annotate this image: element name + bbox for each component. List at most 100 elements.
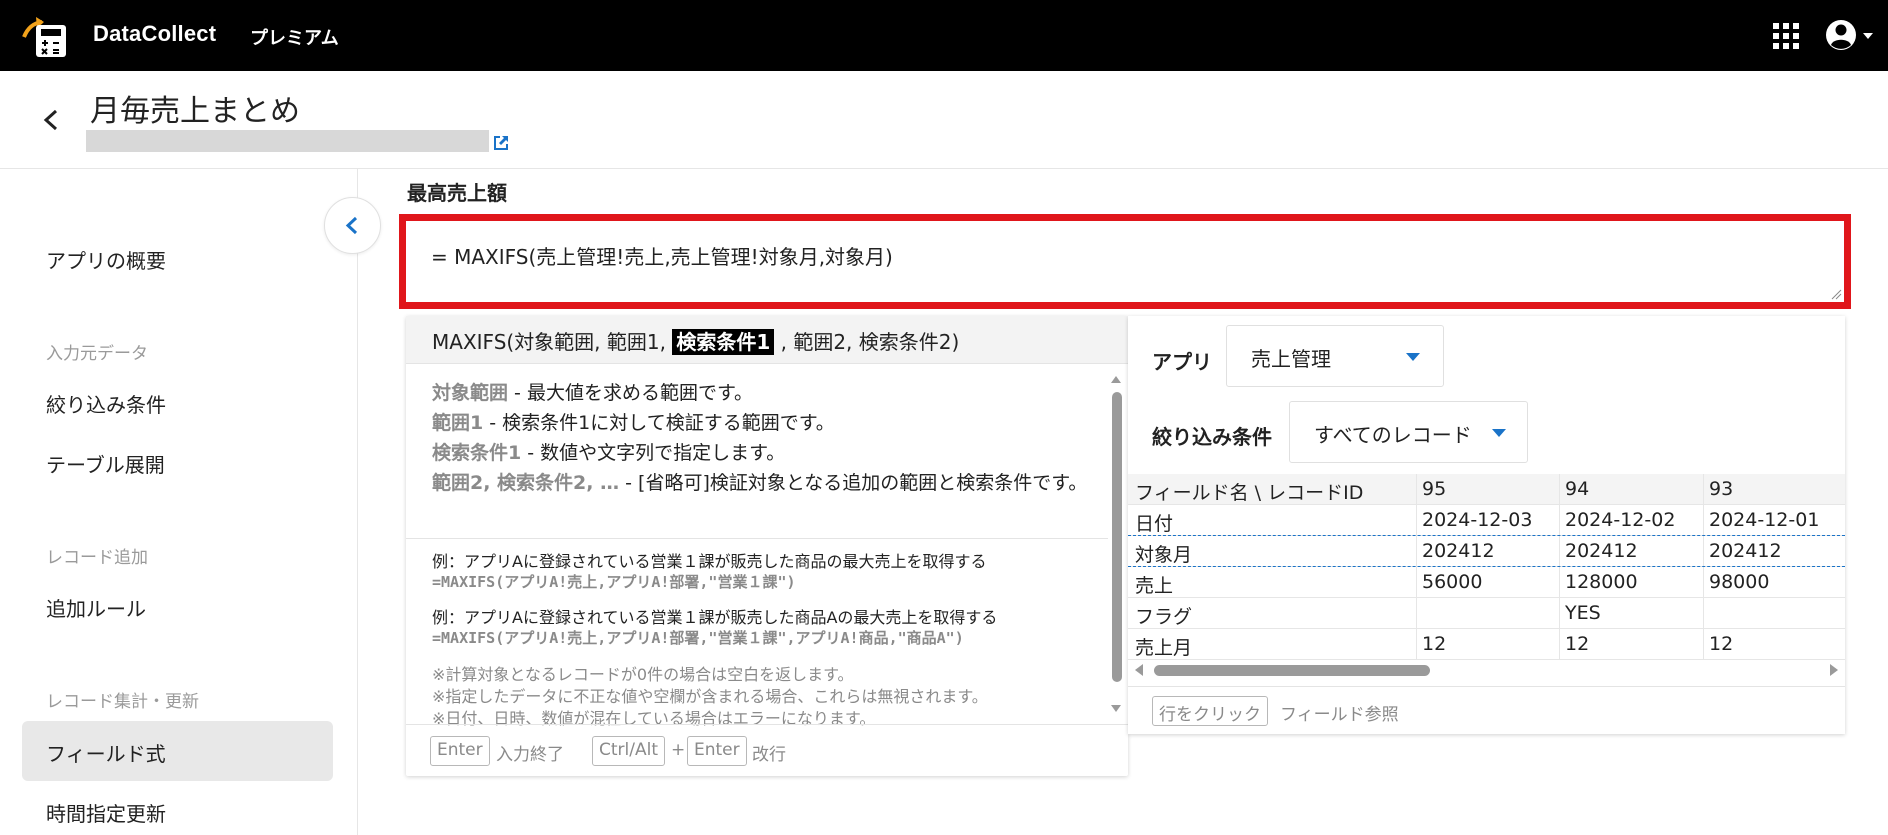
sidebar-item-table-expand[interactable]: テーブル展開 (46, 449, 165, 478)
table-cell: 202412 (1422, 540, 1495, 562)
key-enter: Enter (687, 736, 747, 766)
example-text: 例：アプリAに登録されている営業１課が販売した商品Aの最大売上を取得する (432, 608, 998, 627)
table-cell: 対象月 (1135, 544, 1193, 566)
selection-outline (1128, 535, 1845, 536)
caret-down-icon (1492, 429, 1506, 437)
plus-sign: + (671, 740, 686, 760)
caret-down-icon (1406, 353, 1420, 361)
note-line: ※指定したデータに不正な値や空欄が含まれる場合、これらは無視されます。 (432, 687, 988, 706)
table-cell: 売上月 (1135, 637, 1193, 659)
chevron-left-icon (345, 216, 358, 235)
table-cell: 売上 (1135, 575, 1174, 597)
key-ctrl-alt: Ctrl/Alt (592, 736, 665, 766)
note-line: ※計算対象となるレコードが0件の場合は空白を返します。 (432, 665, 854, 684)
notes: ※計算対象となるレコードが0件の場合は空白を返します。 ※指定したデータに不正な… (432, 664, 1092, 730)
arg-key: 範囲1 (432, 412, 484, 434)
table-cell: フラグ (1135, 606, 1193, 628)
click-row-hint: 行をクリック (1152, 696, 1268, 726)
table-cell: 2024-12-02 (1565, 509, 1676, 531)
table-cell: 202412 (1565, 540, 1638, 562)
table-cell: 202412 (1709, 540, 1782, 562)
table-cell: 日付 (1135, 513, 1174, 535)
table-row[interactable]: 日付 2024-12-03 2024-12-02 2024-12-01 (1128, 505, 1845, 536)
redacted-subtitle (86, 130, 489, 152)
sidebar-item-field-formula[interactable]: フィールド式 (46, 738, 166, 767)
formula-input[interactable]: = MAXIFS(売上管理!売上,売上管理!対象月,対象月) (399, 214, 1851, 309)
signature-highlight: 検索条件1 (672, 329, 775, 355)
field-label: 最高売上額 (407, 181, 507, 205)
help-footer: Enter 入力終了 Ctrl/Alt + Enter 改行 (406, 724, 1128, 776)
app-label: アプリ (1152, 350, 1212, 374)
grid-horizontal-scrollbar[interactable] (1128, 662, 1845, 678)
resize-handle-icon[interactable] (1830, 288, 1842, 300)
sidebar-section-input: 入力元データ (46, 344, 148, 364)
table-cell: 2024-12-01 (1709, 509, 1820, 531)
function-help-panel: MAXIFS(対象範囲, 範囲1, 検索条件1 , 範囲2, 検索条件2) 対象… (406, 316, 1128, 776)
page-title: 月毎売上まとめ (90, 94, 300, 129)
signature-prefix: MAXIFS(対象範囲, 範囲1, (432, 330, 673, 354)
filter-select[interactable]: すべてのレコード (1289, 401, 1528, 463)
scroll-up-icon[interactable] (1109, 372, 1123, 386)
sidebar-section-record-add: レコード追加 (46, 548, 148, 568)
datacollect-logo-icon (22, 17, 66, 57)
user-account-icon[interactable] (1825, 18, 1873, 52)
formula-text: = MAXIFS(売上管理!売上,売上管理!対象月,対象月) (431, 245, 893, 269)
example-2: 例：アプリAに登録されている営業１課が販売した商品Aの最大売上を取得する =MA… (432, 608, 1092, 648)
brand-name: DataCollect (93, 21, 217, 46)
key-enter: Enter (430, 736, 490, 766)
table-row[interactable]: フラグ YES (1128, 598, 1845, 629)
table-row[interactable]: フィールド名 \ レコードID 95 94 93 (1128, 474, 1845, 505)
apps-grid-icon[interactable] (1772, 22, 1800, 50)
table-cell: 2024-12-03 (1422, 509, 1533, 531)
sidebar-item-timed-update[interactable]: 時間指定更新 (46, 798, 166, 827)
table-cell: 95 (1422, 478, 1447, 500)
function-signature: MAXIFS(対象範囲, 範囲1, 検索条件1 , 範囲2, 検索条件2) (406, 316, 1128, 364)
sidebar-item-add-rule[interactable]: 追加ルール (46, 593, 146, 622)
signature-suffix: , 範囲2, 検索条件2) (774, 330, 960, 354)
example-code: =MAXIFS(アプリA!売上,アプリA!部署,"営業１課") (432, 573, 796, 591)
scroll-left-icon[interactable] (1132, 662, 1146, 678)
table-row[interactable]: 売上 56000 128000 98000 (1128, 567, 1845, 598)
table-cell: フィールド名 \ レコードID (1135, 482, 1364, 504)
table-row[interactable]: 売上月 12 12 12 (1128, 629, 1845, 660)
field-reference-hint: フィールド参照 (1280, 705, 1399, 725)
example-1: 例：アプリAに登録されている営業１課が販売した商品の最大売上を取得する =MAX… (432, 552, 1092, 592)
sidebar-section-aggregate: レコード集計・更新 (46, 692, 199, 712)
finish-input-label: 入力終了 (496, 745, 564, 765)
scrollbar-thumb[interactable] (1112, 392, 1122, 682)
divider (406, 538, 1108, 539)
table-cell: YES (1565, 602, 1601, 624)
scroll-down-icon[interactable] (1109, 702, 1123, 716)
filter-label: 絞り込み条件 (1152, 425, 1272, 449)
arg-desc: - 数値や文字列で指定します。 (521, 442, 786, 464)
back-arrow-icon[interactable] (38, 103, 64, 137)
sidebar-item-filter[interactable]: 絞り込み条件 (46, 389, 166, 418)
example-text: 例：アプリAに登録されている営業１課が販売した商品の最大売上を取得する (432, 552, 987, 571)
external-link-icon[interactable] (491, 133, 511, 153)
app-select[interactable]: 売上管理 (1226, 325, 1444, 387)
scrollbar-thumb[interactable] (1154, 665, 1430, 676)
argument-description: 対象範囲 - 最大値を求める範囲です。 範囲1 - 検索条件1に対して検証する範… (432, 378, 1092, 498)
scroll-right-icon[interactable] (1827, 662, 1841, 678)
app-select-value: 売上管理 (1251, 347, 1331, 371)
arg-key: 対象範囲 (432, 382, 509, 404)
top-bar: DataCollect プレミアム (0, 0, 1888, 71)
table-cell: 12 (1422, 633, 1447, 655)
field-reference-panel: アプリ 売上管理 絞り込み条件 すべてのレコード フィールド名 \ レコードID… (1128, 316, 1845, 734)
selection-outline (1128, 566, 1845, 567)
help-scrollbar[interactable] (1109, 368, 1123, 720)
table-cell: 128000 (1565, 571, 1638, 593)
table-row[interactable]: 対象月 202412 202412 202412 (1128, 536, 1845, 567)
example-code: =MAXIFS(アプリA!売上,アプリA!部署,"営業１課",アプリA!商品,"… (432, 629, 964, 647)
table-cell: 56000 (1422, 571, 1483, 593)
arg-desc: - [省略可]検証対象となる追加の範囲と検索条件です。 (619, 472, 1088, 494)
arg-desc: - 検索条件1に対して検証する範囲です。 (483, 412, 835, 434)
arg-desc: - 最大値を求める範囲です。 (508, 382, 754, 404)
table-cell: 93 (1709, 478, 1734, 500)
sidebar-item-overview[interactable]: アプリの概要 (46, 245, 166, 274)
arg-key: 検索条件1 (432, 442, 522, 464)
filter-select-value: すべてのレコード (1314, 423, 1472, 447)
table-cell: 98000 (1709, 571, 1770, 593)
sidebar-collapse-button[interactable] (324, 197, 381, 254)
table-cell: 12 (1709, 633, 1734, 655)
